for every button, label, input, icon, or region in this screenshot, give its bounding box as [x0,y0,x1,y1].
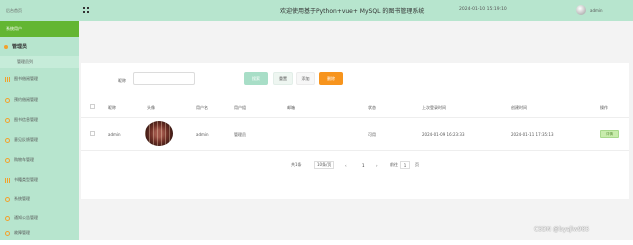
table-header: 昵称 头像 用户名 用户组 邮箱 状态 上次登录时间 创建时间 操作 [81,97,629,118]
circle-icon [5,215,10,221]
page-title: 欢迎使用基于Python+vue+ MySQL 的图书管理系统 [280,8,425,15]
table-row: admin admin 管理员 可用 2024-01-09 16:23:33 2… [81,117,629,151]
cell-username: admin [196,132,209,137]
detail-button[interactable]: 详情 [600,130,619,138]
cell-nickname: admin [108,132,121,137]
bar-chart-icon [5,76,10,82]
sidebar-item-label: 预约借阅管理 [14,97,38,102]
sidebar-item-borrow[interactable]: 图书借阅管理 [0,70,79,88]
delete-button[interactable]: 删除 [319,72,343,85]
col-last-login: 上次登录时间 [422,105,446,110]
bar-chart-icon [5,177,10,183]
current-datetime: 2024-01-10 15:19:10 [459,7,507,12]
watermark: CSDN @bysjlw985 [534,226,590,233]
header-username[interactable]: admin [590,8,603,13]
goto-page-suffix: 页 [415,162,419,167]
col-group: 用户组 [234,105,246,110]
sidebar-item-admin-list[interactable]: 管理员列 [0,56,79,68]
circle-icon [5,117,10,123]
next-page-button[interactable]: › [376,161,378,169]
sidebar-item-bookinfo[interactable]: 图书信息管理 [0,111,79,129]
menu-grid-icon[interactable] [83,7,89,13]
cell-group: 管理员 [234,132,246,137]
sidebar-home-label: 后台首页 [6,7,22,13]
sidebar-system-user[interactable]: 系统用户 [0,21,79,37]
sidebar-home[interactable]: 后台首页 [0,0,79,21]
sidebar-item-system[interactable]: 系统管理 [0,190,79,208]
sidebar-sub-label: 管理员列 [17,59,33,64]
reset-button[interactable]: 重置 [273,72,293,85]
col-status: 状态 [368,105,376,110]
col-email: 邮箱 [287,105,295,110]
search-button[interactable]: 搜索 [244,72,268,85]
page-number-current[interactable]: 1 [362,161,365,169]
sidebar-item-label: 系统管理 [14,196,30,201]
sidebar-item-label: 故障管理 [14,230,30,235]
cell-last-login: 2024-01-09 16:23:33 [422,132,465,137]
sidebar-item-label: 通知公告管理 [14,215,38,220]
row-checkbox[interactable] [90,131,95,136]
avatar[interactable] [576,5,586,15]
select-all-checkbox[interactable] [90,104,95,109]
page-size-select[interactable]: 10条/页 [314,161,334,169]
sidebar-item-feedback[interactable]: 意见反馈管理 [0,131,79,149]
sidebar-item-cart[interactable]: 购物车管理 [0,151,79,169]
goto-page-input[interactable]: 1 [400,161,410,169]
col-nickname: 昵称 [108,105,116,110]
sidebar-item-label: 图书借阅管理 [14,76,38,81]
sidebar: 后台首页 系统用户 管理员 管理员列 图书借阅管理 预约借阅管理 图书信息管理 … [0,0,79,240]
cell-created: 2024-01-11 17:35:13 [511,132,554,137]
col-username: 用户名 [196,105,208,110]
user-avatar-image [145,121,173,146]
sidebar-item-label: 购物车管理 [14,157,34,162]
circle-icon [5,97,10,103]
admin-icon [4,44,8,49]
sidebar-group-label: 管理员 [12,44,28,50]
circle-icon [5,157,10,163]
header: 欢迎使用基于Python+vue+ MySQL 的图书管理系统 2024-01-… [79,0,633,21]
bottom-strip [0,240,633,245]
circle-icon [5,196,10,202]
sidebar-item-reserve[interactable]: 预约借阅管理 [0,91,79,109]
col-avatar: 头像 [147,105,155,110]
sidebar-system-user-label: 系统用户 [6,26,22,31]
sidebar-item-label: 书籍类型管理 [14,177,38,182]
col-actions: 操作 [600,105,608,110]
sidebar-group-admin[interactable]: 管理员 [0,41,79,52]
nickname-input[interactable] [133,72,195,85]
cell-status: 可用 [368,132,376,137]
circle-icon [5,230,10,236]
goto-label: 前往 [390,162,398,167]
circle-icon [5,137,10,143]
sidebar-item-label: 图书信息管理 [14,117,38,122]
pagination-total: 共1条 [291,162,302,167]
col-created: 创建时间 [511,105,527,110]
prev-page-button[interactable]: ‹ [345,161,347,169]
sidebar-item-label: 意见反馈管理 [14,137,38,142]
sidebar-item-booktype[interactable]: 书籍类型管理 [0,171,79,189]
nickname-label: 昵称 [118,78,126,83]
page: 后台首页 系统用户 管理员 管理员列 图书借阅管理 预约借阅管理 图书信息管理 … [0,0,633,245]
add-button[interactable]: 添加 [296,72,315,85]
